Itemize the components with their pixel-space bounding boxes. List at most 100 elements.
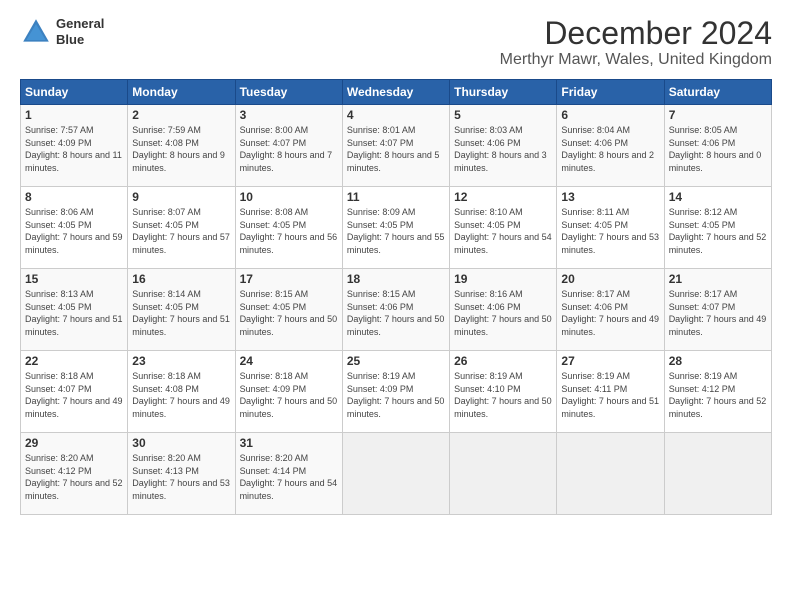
table-row: 2 Sunrise: 7:59 AM Sunset: 4:08 PM Dayli… [128, 105, 235, 187]
header-saturday: Saturday [664, 80, 771, 105]
table-row: 24 Sunrise: 8:18 AM Sunset: 4:09 PM Dayl… [235, 351, 342, 433]
day-info: Sunrise: 8:05 AM Sunset: 4:06 PM Dayligh… [669, 124, 767, 174]
day-info: Sunrise: 8:19 AM Sunset: 4:10 PM Dayligh… [454, 370, 552, 420]
day-info: Sunrise: 8:06 AM Sunset: 4:05 PM Dayligh… [25, 206, 123, 256]
table-row: 11 Sunrise: 8:09 AM Sunset: 4:05 PM Dayl… [342, 187, 449, 269]
day-number: 4 [347, 108, 445, 122]
page: General Blue December 2024 Merthyr Mawr,… [0, 0, 792, 525]
day-info: Sunrise: 8:01 AM Sunset: 4:07 PM Dayligh… [347, 124, 445, 174]
table-row: 21 Sunrise: 8:17 AM Sunset: 4:07 PM Dayl… [664, 269, 771, 351]
day-number: 13 [561, 190, 659, 204]
logo: General Blue [20, 16, 104, 48]
table-row: 30 Sunrise: 8:20 AM Sunset: 4:13 PM Dayl… [128, 433, 235, 515]
day-info: Sunrise: 8:09 AM Sunset: 4:05 PM Dayligh… [347, 206, 445, 256]
logo-icon [20, 16, 52, 48]
calendar-week-row: 8 Sunrise: 8:06 AM Sunset: 4:05 PM Dayli… [21, 187, 772, 269]
day-number: 6 [561, 108, 659, 122]
day-number: 18 [347, 272, 445, 286]
day-number: 22 [25, 354, 123, 368]
header: General Blue December 2024 Merthyr Mawr,… [20, 16, 772, 69]
day-info: Sunrise: 8:20 AM Sunset: 4:14 PM Dayligh… [240, 452, 338, 502]
table-row: 1 Sunrise: 7:57 AM Sunset: 4:09 PM Dayli… [21, 105, 128, 187]
day-number: 28 [669, 354, 767, 368]
day-info: Sunrise: 7:57 AM Sunset: 4:09 PM Dayligh… [25, 124, 123, 174]
day-number: 24 [240, 354, 338, 368]
month-title: December 2024 [500, 16, 772, 51]
table-row: 9 Sunrise: 8:07 AM Sunset: 4:05 PM Dayli… [128, 187, 235, 269]
day-number: 27 [561, 354, 659, 368]
header-monday: Monday [128, 80, 235, 105]
day-info: Sunrise: 8:03 AM Sunset: 4:06 PM Dayligh… [454, 124, 552, 174]
header-friday: Friday [557, 80, 664, 105]
calendar-week-row: 1 Sunrise: 7:57 AM Sunset: 4:09 PM Dayli… [21, 105, 772, 187]
header-sunday: Sunday [21, 80, 128, 105]
day-info: Sunrise: 8:19 AM Sunset: 4:09 PM Dayligh… [347, 370, 445, 420]
day-number: 20 [561, 272, 659, 286]
day-info: Sunrise: 8:19 AM Sunset: 4:12 PM Dayligh… [669, 370, 767, 420]
table-row: 25 Sunrise: 8:19 AM Sunset: 4:09 PM Dayl… [342, 351, 449, 433]
day-number: 3 [240, 108, 338, 122]
table-row: 20 Sunrise: 8:17 AM Sunset: 4:06 PM Dayl… [557, 269, 664, 351]
day-number: 1 [25, 108, 123, 122]
day-info: Sunrise: 8:10 AM Sunset: 4:05 PM Dayligh… [454, 206, 552, 256]
table-row: 31 Sunrise: 8:20 AM Sunset: 4:14 PM Dayl… [235, 433, 342, 515]
day-number: 10 [240, 190, 338, 204]
day-number: 8 [25, 190, 123, 204]
location-title: Merthyr Mawr, Wales, United Kingdom [500, 51, 772, 69]
table-row: 10 Sunrise: 8:08 AM Sunset: 4:05 PM Dayl… [235, 187, 342, 269]
table-row: 17 Sunrise: 8:15 AM Sunset: 4:05 PM Dayl… [235, 269, 342, 351]
table-row: 18 Sunrise: 8:15 AM Sunset: 4:06 PM Dayl… [342, 269, 449, 351]
day-info: Sunrise: 8:18 AM Sunset: 4:09 PM Dayligh… [240, 370, 338, 420]
table-row: 8 Sunrise: 8:06 AM Sunset: 4:05 PM Dayli… [21, 187, 128, 269]
day-number: 12 [454, 190, 552, 204]
table-row [664, 433, 771, 515]
table-row: 13 Sunrise: 8:11 AM Sunset: 4:05 PM Dayl… [557, 187, 664, 269]
day-number: 30 [132, 436, 230, 450]
day-info: Sunrise: 7:59 AM Sunset: 4:08 PM Dayligh… [132, 124, 230, 174]
table-row: 26 Sunrise: 8:19 AM Sunset: 4:10 PM Dayl… [450, 351, 557, 433]
day-number: 23 [132, 354, 230, 368]
day-info: Sunrise: 8:15 AM Sunset: 4:06 PM Dayligh… [347, 288, 445, 338]
table-row [342, 433, 449, 515]
calendar-week-row: 22 Sunrise: 8:18 AM Sunset: 4:07 PM Dayl… [21, 351, 772, 433]
table-row: 16 Sunrise: 8:14 AM Sunset: 4:05 PM Dayl… [128, 269, 235, 351]
table-row: 3 Sunrise: 8:00 AM Sunset: 4:07 PM Dayli… [235, 105, 342, 187]
table-row: 5 Sunrise: 8:03 AM Sunset: 4:06 PM Dayli… [450, 105, 557, 187]
table-row: 19 Sunrise: 8:16 AM Sunset: 4:06 PM Dayl… [450, 269, 557, 351]
header-wednesday: Wednesday [342, 80, 449, 105]
table-row [557, 433, 664, 515]
table-row: 15 Sunrise: 8:13 AM Sunset: 4:05 PM Dayl… [21, 269, 128, 351]
day-number: 9 [132, 190, 230, 204]
day-info: Sunrise: 8:16 AM Sunset: 4:06 PM Dayligh… [454, 288, 552, 338]
day-number: 17 [240, 272, 338, 286]
day-info: Sunrise: 8:07 AM Sunset: 4:05 PM Dayligh… [132, 206, 230, 256]
table-row: 4 Sunrise: 8:01 AM Sunset: 4:07 PM Dayli… [342, 105, 449, 187]
day-info: Sunrise: 8:13 AM Sunset: 4:05 PM Dayligh… [25, 288, 123, 338]
day-number: 19 [454, 272, 552, 286]
day-info: Sunrise: 8:15 AM Sunset: 4:05 PM Dayligh… [240, 288, 338, 338]
day-info: Sunrise: 8:00 AM Sunset: 4:07 PM Dayligh… [240, 124, 338, 174]
table-row: 23 Sunrise: 8:18 AM Sunset: 4:08 PM Dayl… [128, 351, 235, 433]
day-info: Sunrise: 8:08 AM Sunset: 4:05 PM Dayligh… [240, 206, 338, 256]
day-info: Sunrise: 8:17 AM Sunset: 4:06 PM Dayligh… [561, 288, 659, 338]
calendar-table: Sunday Monday Tuesday Wednesday Thursday… [20, 79, 772, 515]
day-number: 29 [25, 436, 123, 450]
header-tuesday: Tuesday [235, 80, 342, 105]
table-row: 22 Sunrise: 8:18 AM Sunset: 4:07 PM Dayl… [21, 351, 128, 433]
day-number: 5 [454, 108, 552, 122]
table-row: 6 Sunrise: 8:04 AM Sunset: 4:06 PM Dayli… [557, 105, 664, 187]
day-info: Sunrise: 8:18 AM Sunset: 4:07 PM Dayligh… [25, 370, 123, 420]
day-number: 15 [25, 272, 123, 286]
title-area: December 2024 Merthyr Mawr, Wales, Unite… [500, 16, 772, 69]
day-info: Sunrise: 8:17 AM Sunset: 4:07 PM Dayligh… [669, 288, 767, 338]
day-info: Sunrise: 8:12 AM Sunset: 4:05 PM Dayligh… [669, 206, 767, 256]
day-number: 11 [347, 190, 445, 204]
day-number: 14 [669, 190, 767, 204]
table-row: 27 Sunrise: 8:19 AM Sunset: 4:11 PM Dayl… [557, 351, 664, 433]
day-info: Sunrise: 8:04 AM Sunset: 4:06 PM Dayligh… [561, 124, 659, 174]
table-row: 7 Sunrise: 8:05 AM Sunset: 4:06 PM Dayli… [664, 105, 771, 187]
day-number: 26 [454, 354, 552, 368]
day-number: 31 [240, 436, 338, 450]
day-info: Sunrise: 8:20 AM Sunset: 4:12 PM Dayligh… [25, 452, 123, 502]
calendar-week-row: 15 Sunrise: 8:13 AM Sunset: 4:05 PM Dayl… [21, 269, 772, 351]
